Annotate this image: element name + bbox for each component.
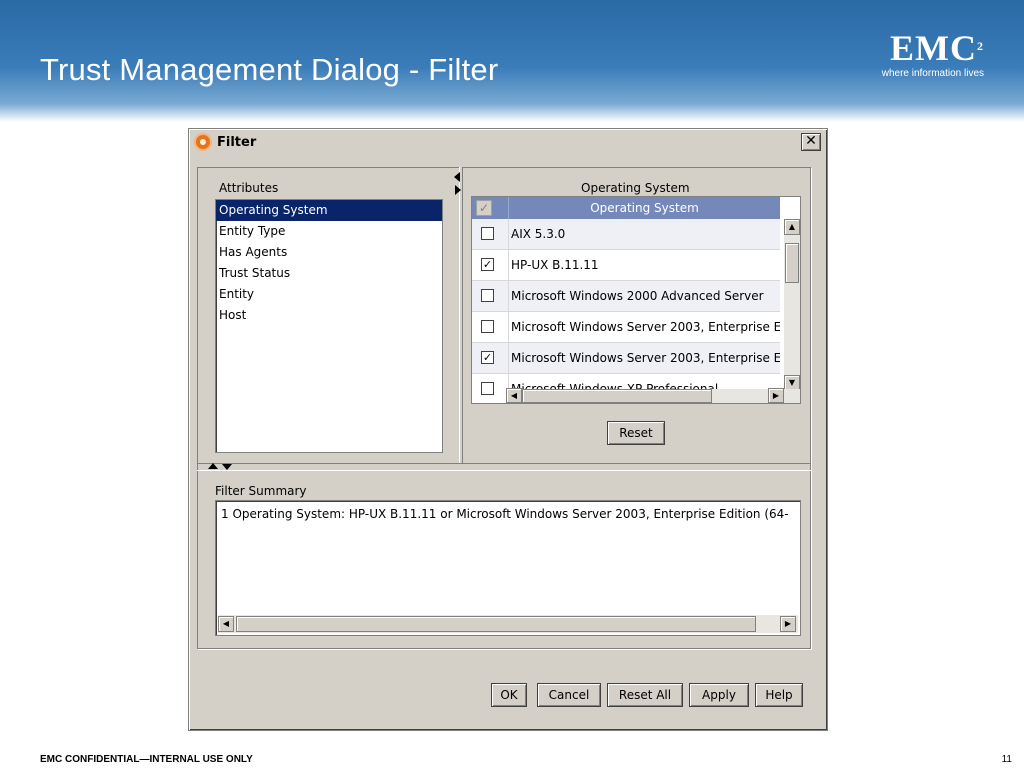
os-vertical-scrollbar[interactable]: ▲ ▼ [784, 219, 800, 391]
slide-title: Trust Management Dialog - Filter [40, 52, 499, 87]
os-checkbox[interactable] [481, 320, 494, 333]
scroll-thumb[interactable] [785, 243, 799, 283]
scroll-up-button[interactable]: ▲ [784, 219, 800, 235]
dialog-titlebar[interactable]: Filter ✕ [191, 131, 825, 153]
footer-confidential: EMC CONFIDENTIAL—INTERNAL USE ONLY [40, 754, 253, 765]
vertical-splitter[interactable] [459, 167, 463, 463]
collapse-left-icon[interactable] [454, 172, 460, 182]
attribute-item-entity[interactable]: Entity [216, 284, 442, 305]
attribute-item-operating-system[interactable]: Operating System [216, 200, 442, 221]
os-checkbox[interactable] [481, 227, 494, 240]
os-row[interactable]: Microsoft Windows Server 2003, Enterpris… [472, 312, 780, 343]
os-row-label: HP-UX B.11.11 [508, 250, 780, 281]
app-icon [194, 133, 212, 151]
attribute-item-entity-type[interactable]: Entity Type [216, 221, 442, 242]
reset-button[interactable]: Reset [607, 421, 665, 445]
emc-logo: EMC2 where information lives [858, 30, 984, 80]
attribute-item-trust-status[interactable]: Trust Status [216, 263, 442, 284]
os-row[interactable]: ✓ HP-UX B.11.11 [472, 250, 780, 281]
os-table-header: ✓ Operating System [472, 197, 780, 219]
os-horizontal-scrollbar[interactable]: ◀ ▶ [506, 388, 800, 403]
collapse-up-icon[interactable] [208, 463, 218, 469]
os-panel-label: Operating System [581, 181, 690, 195]
os-checkbox[interactable] [481, 289, 494, 302]
attribute-item-host[interactable]: Host [216, 305, 442, 326]
filter-summary-box: 1 Operating System: HP-UX B.11.11 or Mic… [215, 500, 801, 636]
filter-summary-text: 1 Operating System: HP-UX B.11.11 or Mic… [221, 507, 789, 521]
os-row-label: Microsoft Windows 2000 Advanced Server [508, 281, 780, 312]
collapse-right-icon[interactable] [455, 185, 461, 195]
apply-button[interactable]: Apply [689, 683, 749, 707]
cancel-button[interactable]: Cancel [537, 683, 601, 707]
reset-all-button[interactable]: Reset All [607, 683, 683, 707]
slide-header: Trust Management Dialog - Filter EMC2 wh… [0, 0, 1024, 122]
filter-summary-label: Filter Summary [215, 484, 307, 498]
os-row[interactable]: Microsoft Windows 2000 Advanced Server [472, 281, 780, 312]
ok-button[interactable]: OK [491, 683, 527, 707]
dialog-title: Filter [217, 135, 257, 150]
os-checkbox[interactable]: ✓ [481, 351, 494, 364]
os-row[interactable]: AIX 5.3.0 [472, 219, 780, 250]
scroll-thumb[interactable] [522, 389, 712, 403]
scroll-right-button[interactable]: ▶ [780, 616, 796, 632]
scroll-right-button[interactable]: ▶ [768, 388, 784, 403]
attribute-item-has-agents[interactable]: Has Agents [216, 242, 442, 263]
os-row-label: Microsoft Windows Server 2003, Enterpris… [508, 312, 780, 343]
collapse-down-icon[interactable] [222, 464, 232, 470]
logo-tagline: where information lives [881, 68, 984, 79]
select-all-checkbox[interactable]: ✓ [476, 200, 492, 216]
attributes-label: Attributes [219, 181, 279, 195]
scroll-left-button[interactable]: ◀ [506, 388, 522, 403]
os-row[interactable]: ✓ Microsoft Windows Server 2003, Enterpr… [472, 343, 780, 374]
page-number: 11 [1001, 754, 1012, 765]
attributes-list[interactable]: Operating System Entity Type Has Agents … [215, 199, 443, 453]
horizontal-splitter[interactable] [197, 463, 811, 471]
close-button[interactable]: ✕ [801, 133, 821, 151]
filter-dialog: Filter ✕ Attributes Operating System Ent… [188, 128, 828, 731]
logo-mark: EMC2 [890, 28, 984, 68]
os-checkbox[interactable]: ✓ [481, 258, 494, 271]
os-row-label: AIX 5.3.0 [508, 219, 780, 250]
scroll-left-button[interactable]: ◀ [218, 616, 234, 632]
help-button[interactable]: Help [755, 683, 803, 707]
os-table: ✓ Operating System AIX 5.3.0 ✓ HP-UX B.1… [471, 196, 801, 404]
os-checkbox[interactable] [481, 382, 494, 395]
summary-horizontal-scrollbar[interactable]: ◀ ▶ [218, 615, 798, 633]
scroll-thumb[interactable] [236, 616, 756, 632]
os-row-label: Microsoft Windows Server 2003, Enterpris… [508, 343, 780, 374]
os-column-header[interactable]: Operating System [508, 197, 780, 219]
